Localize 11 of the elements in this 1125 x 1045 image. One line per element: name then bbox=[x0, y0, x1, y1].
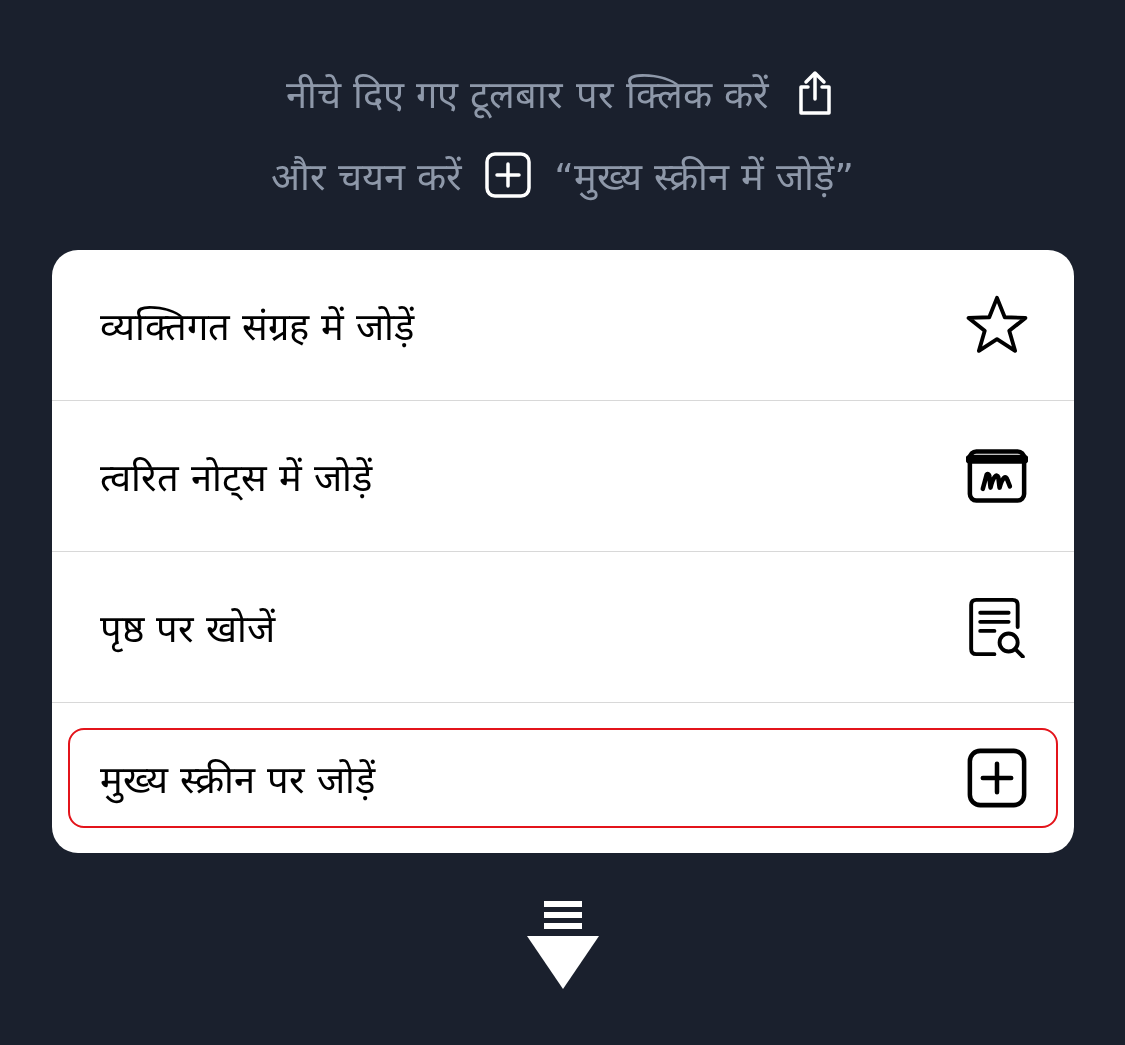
menu-item[interactable]: मुख्य स्क्रीन पर जोड़ें bbox=[67, 728, 1058, 828]
menu-item[interactable]: त्वरित नोट्स में जोड़ें bbox=[67, 426, 1058, 526]
star-icon bbox=[965, 294, 1028, 356]
menu-item[interactable]: पृष्ठ पर खोजें bbox=[67, 577, 1058, 677]
add-icon bbox=[965, 747, 1028, 809]
down-arrow-icon bbox=[526, 901, 599, 989]
instruction-text: “मुख्य स्क्रीन में जोड़ें” bbox=[554, 154, 854, 201]
instruction-text: नीचे दिए गए टूलबार पर क्लिक करें bbox=[286, 72, 769, 119]
menu-item[interactable]: व्यक्तिगत संग्रह में जोड़ें bbox=[67, 275, 1058, 375]
add-icon bbox=[484, 151, 533, 199]
instruction-text: और चयन करें bbox=[271, 154, 463, 201]
